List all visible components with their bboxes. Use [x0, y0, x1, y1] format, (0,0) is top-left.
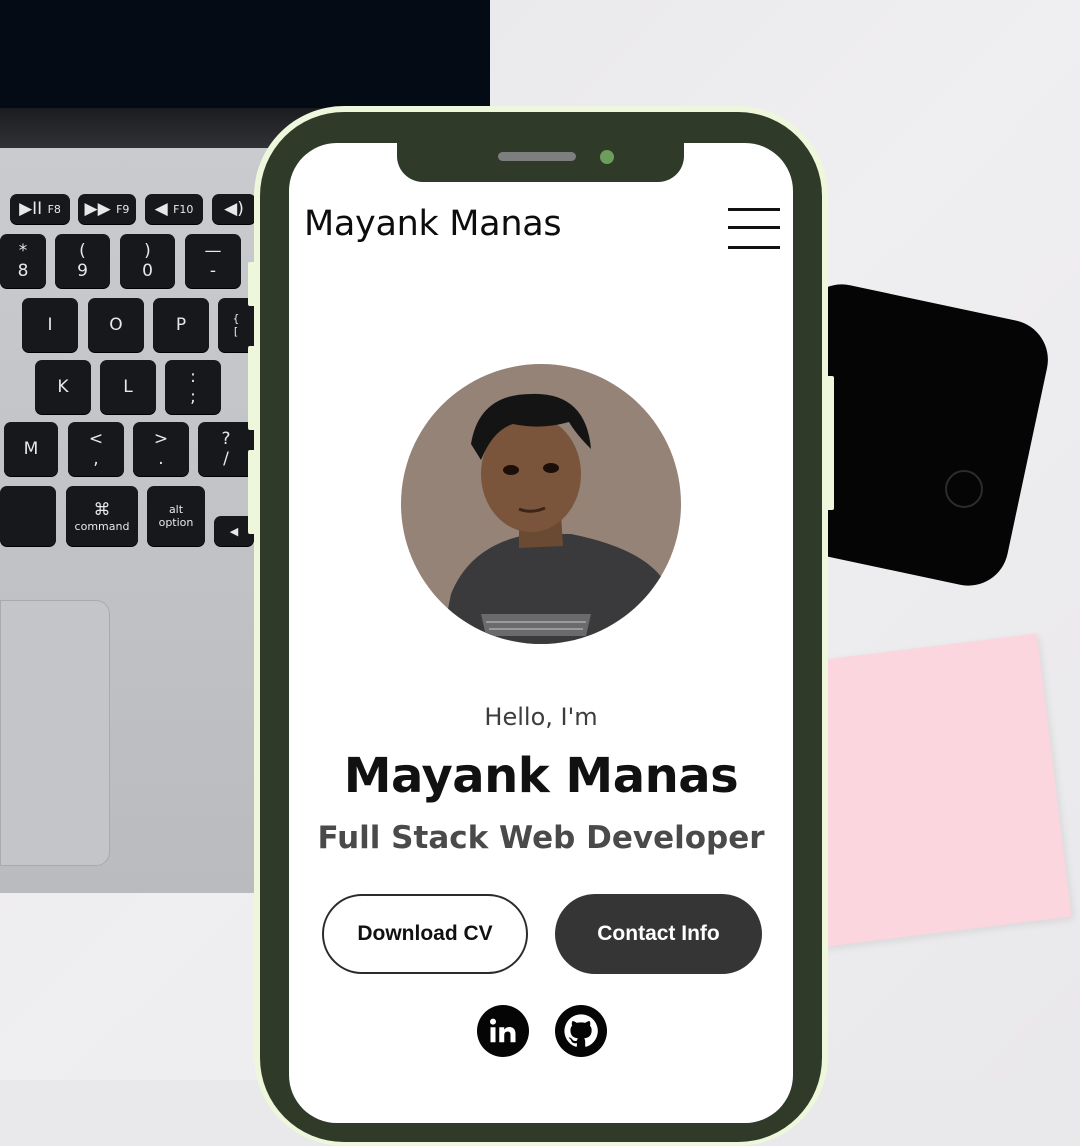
profile-photo: [441, 393, 671, 644]
site-brand[interactable]: Mayank Manas: [304, 204, 562, 244]
keyboard-key: >.: [133, 422, 189, 476]
greeting-text: Hello, I'm: [484, 703, 598, 731]
keyboard-key: P: [153, 298, 209, 352]
home-button-icon: [945, 470, 983, 508]
github-icon[interactable]: [555, 1005, 607, 1057]
hero-name: Mayank Manas: [343, 748, 739, 804]
keyboard-key: (9: [55, 234, 110, 288]
laptop-screen: [0, 0, 490, 108]
keyboard-key: * 8: [0, 234, 46, 288]
keyboard-key: [0, 486, 56, 546]
download-cv-button[interactable]: Download CV: [322, 894, 528, 974]
keyboard-key: {[: [218, 298, 254, 352]
keyboard-key: I: [22, 298, 78, 352]
phone-side-button: [248, 346, 256, 430]
phone-side-button: [248, 262, 256, 306]
keyboard-key: L: [100, 360, 156, 414]
linkedin-icon[interactable]: [477, 1005, 529, 1057]
keyboard-key: ⌘ command: [66, 486, 138, 546]
laptop-trackpad: [0, 600, 110, 866]
keyboard-key: ? /: [198, 422, 254, 476]
keyboard-key: ▶II F8: [10, 194, 70, 224]
linkedin-glyph: [490, 1018, 516, 1043]
keyboard-key: M: [4, 422, 58, 476]
camera-icon: [600, 150, 614, 164]
github-glyph: [564, 1014, 598, 1047]
contact-info-button[interactable]: Contact Info: [555, 894, 762, 974]
keyboard-key: ▶▶ F9: [78, 194, 136, 224]
hero-role: Full Stack Web Developer: [317, 820, 765, 856]
keyboard-key: :;: [165, 360, 221, 414]
keyboard-key: <,: [68, 422, 124, 476]
keyboard-key: ) 0: [120, 234, 175, 288]
keyboard-key: ◀): [212, 194, 256, 224]
speaker-icon: [498, 152, 576, 161]
keyboard-key: ◀ F10: [145, 194, 203, 224]
keyboard-key: O: [88, 298, 144, 352]
phone-notch: [397, 140, 684, 182]
phone-side-button: [826, 376, 834, 510]
keyboard-key: — -: [185, 234, 241, 288]
profile-avatar: [401, 364, 681, 644]
hamburger-menu-icon[interactable]: [728, 206, 780, 250]
laptop-keyboard: ▶II F8 ▶▶ F9 ◀ F10 ◀) * 8 (9 ) 0 — - I O P …: [0, 190, 260, 550]
keyboard-key: alt option: [147, 486, 205, 546]
keyboard-key: K: [35, 360, 91, 414]
phone-side-button: [248, 450, 256, 534]
